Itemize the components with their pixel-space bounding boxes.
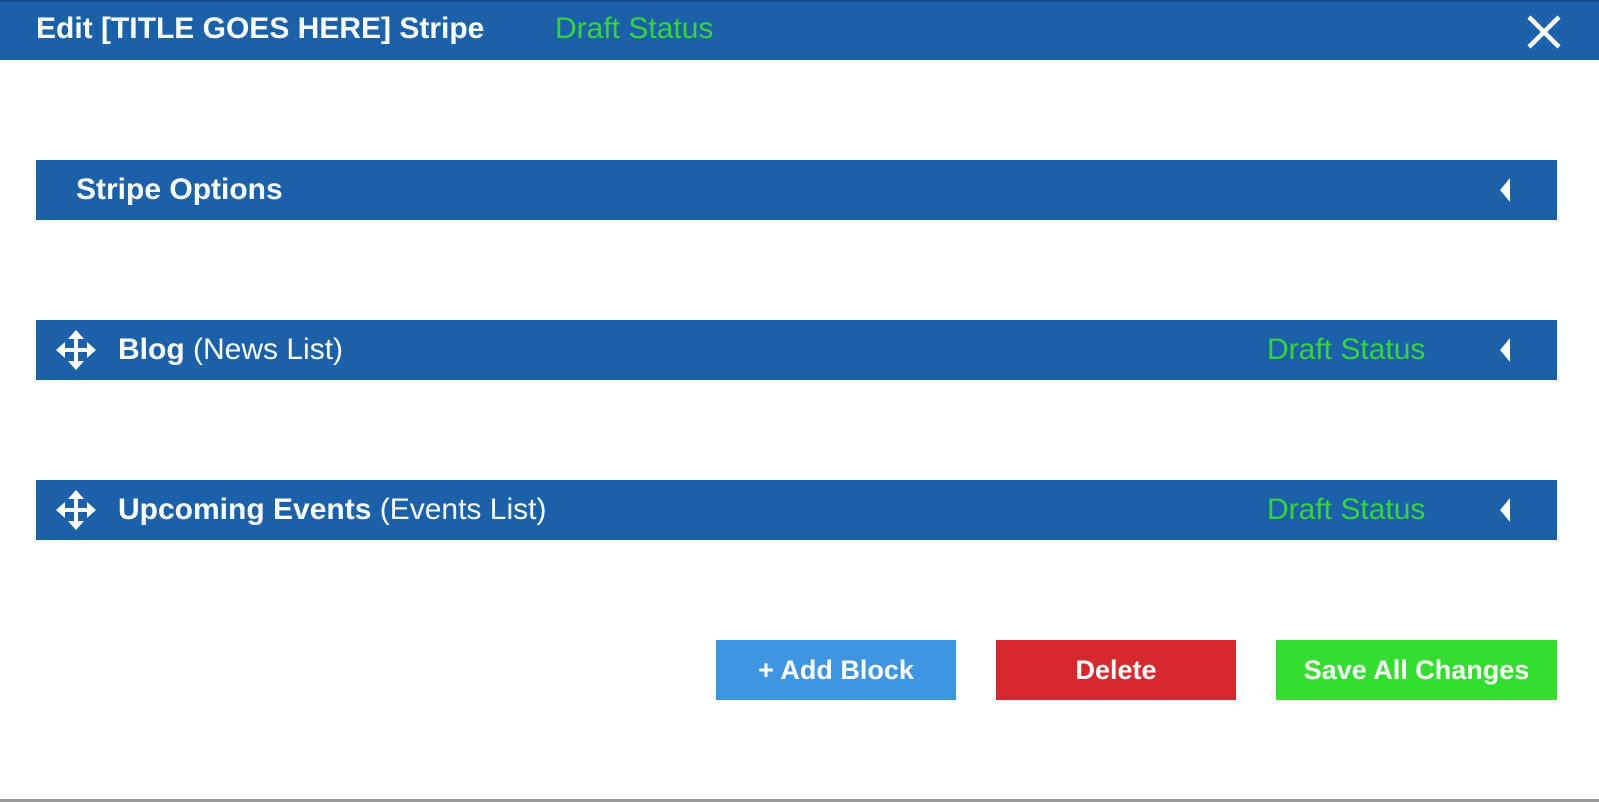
modal-header: Edit [TITLE GOES HERE] Stripe Draft Stat… [0,0,1599,60]
events-drag-handle[interactable] [54,488,98,532]
close-icon [1527,15,1561,49]
move-icon [56,490,96,530]
blog-block-title: Blog (News List) [118,333,343,367]
save-all-changes-button[interactable]: Save All Changes [1276,640,1557,700]
stripe-editor-modal: Edit [TITLE GOES HERE] Stripe Draft Stat… [0,0,1599,802]
events-status-label: Draft Status [1267,493,1426,526]
block-bar-events[interactable]: Upcoming Events (Events List) Draft Stat… [36,480,1557,540]
header-status-label: Draft Status [555,12,714,45]
caret-left-icon [1500,498,1510,522]
blog-status-label: Draft Status [1267,333,1426,366]
add-block-button[interactable]: + Add Block [716,640,956,700]
close-button[interactable] [1524,12,1564,52]
events-block-name: Upcoming Events [118,493,372,526]
block-bar-blog[interactable]: Blog (News List) Draft Status [36,320,1557,380]
caret-left-icon [1500,178,1510,202]
blog-block-name: Blog [118,333,185,366]
caret-left-icon [1500,338,1510,362]
modal-title: Edit [TITLE GOES HERE] Stripe [36,12,485,45]
events-block-title: Upcoming Events (Events List) [118,493,546,527]
delete-button[interactable]: Delete [996,640,1236,700]
events-toggle[interactable] [1498,498,1514,522]
blog-toggle[interactable] [1498,338,1514,362]
stripe-options-title: Stripe Options [76,173,283,206]
stripe-options-toggle[interactable] [1498,178,1514,202]
stripe-options-panel[interactable]: Stripe Options [36,160,1557,220]
blog-drag-handle[interactable] [54,328,98,372]
move-icon [56,330,96,370]
events-block-type: (Events List) [379,493,547,526]
blog-block-type: (News List) [193,333,344,366]
